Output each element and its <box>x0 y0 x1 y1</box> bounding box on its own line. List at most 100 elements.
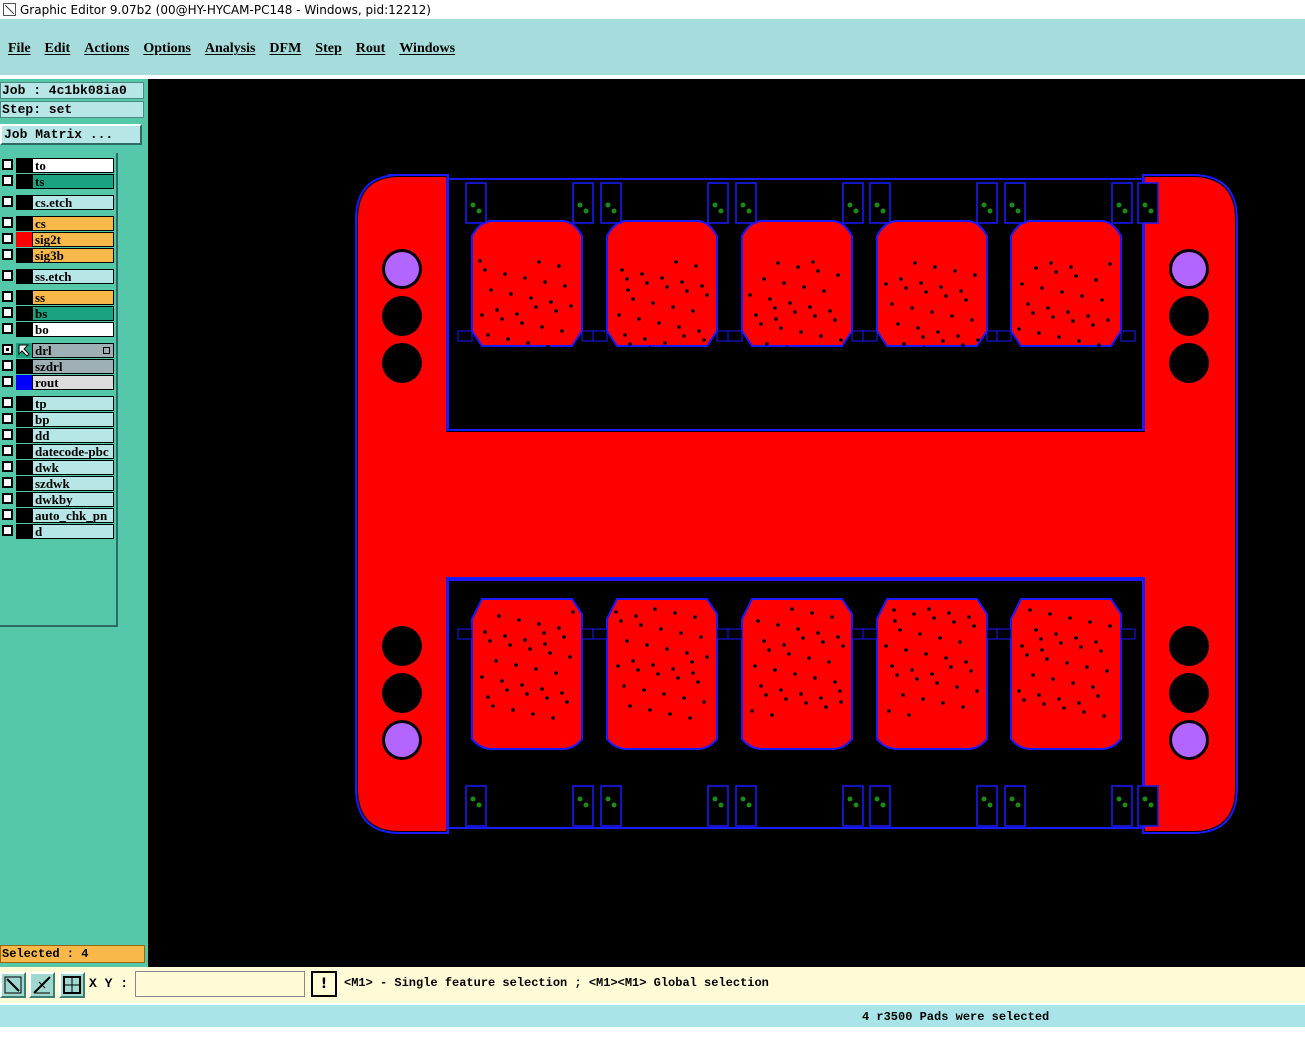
layer-row-sig3b[interactable]: sig3b <box>0 248 116 263</box>
layer-color-cell[interactable] <box>16 492 32 507</box>
layer-name[interactable]: ss.etch <box>32 269 114 284</box>
layer-row-dwkby[interactable]: dwkby <box>0 492 116 507</box>
layer-name[interactable]: datecode-pbc <box>32 444 114 459</box>
layer-checkbox[interactable] <box>2 196 13 207</box>
layer-row-ss.etch[interactable]: ss.etch <box>0 269 116 284</box>
layer-name[interactable]: cs <box>32 216 114 231</box>
layer-name[interactable]: bs <box>32 306 114 321</box>
layer-name[interactable]: to <box>32 158 114 173</box>
menu-edit[interactable]: Edit <box>45 41 71 57</box>
menu-rout[interactable]: Rout <box>356 41 386 57</box>
layer-checkbox[interactable] <box>2 461 13 472</box>
layer-row-dd[interactable]: dd <box>0 428 116 443</box>
xy-input[interactable] <box>135 971 305 997</box>
layer-row-to[interactable]: to <box>0 158 116 173</box>
layer-color-cell[interactable] <box>16 158 32 173</box>
layer-row-datecode-pbc[interactable]: datecode-pbc <box>0 444 116 459</box>
layer-checkbox[interactable] <box>2 249 13 260</box>
snap-grid-button[interactable] <box>59 972 85 998</box>
layer-name[interactable]: ts <box>32 174 114 189</box>
message-button[interactable]: ! <box>311 971 337 997</box>
layer-name[interactable]: dd <box>32 428 114 443</box>
layer-color-cell[interactable] <box>16 412 32 427</box>
layer-checkbox[interactable] <box>2 376 13 387</box>
layer-row-ts[interactable]: ts <box>0 174 116 189</box>
zoom-tool-button[interactable] <box>0 972 26 998</box>
layer-color-cell[interactable] <box>16 375 32 390</box>
layer-checkbox[interactable] <box>2 323 13 334</box>
layer-checkbox[interactable] <box>2 493 13 504</box>
layer-color-cell[interactable] <box>16 216 32 231</box>
layer-checkbox[interactable] <box>2 159 13 170</box>
menu-actions[interactable]: Actions <box>84 41 129 57</box>
layer-name[interactable]: ss <box>32 290 114 305</box>
layer-checkbox[interactable] <box>2 413 13 424</box>
layer-checkbox[interactable] <box>2 445 13 456</box>
layer-color-cell[interactable] <box>16 174 32 189</box>
menu-dfm[interactable]: DFM <box>269 41 301 57</box>
layer-name[interactable]: szdrl <box>32 359 114 374</box>
layer-row-bp[interactable]: bp <box>0 412 116 427</box>
layer-name[interactable]: drl <box>32 343 114 358</box>
layer-color-cell[interactable] <box>16 460 32 475</box>
layer-color-cell[interactable] <box>16 428 32 443</box>
layer-checkbox[interactable] <box>2 397 13 408</box>
layer-color-cell[interactable] <box>16 343 32 358</box>
layer-checkbox[interactable] <box>2 509 13 520</box>
layer-name[interactable]: bo <box>32 322 114 337</box>
layer-checkbox[interactable] <box>2 525 13 536</box>
layer-checkbox[interactable] <box>2 270 13 281</box>
layer-checkbox[interactable] <box>2 233 13 244</box>
layer-color-cell[interactable] <box>16 248 32 263</box>
layer-name[interactable]: dwk <box>32 460 114 475</box>
layer-color-cell[interactable] <box>16 359 32 374</box>
layer-color-cell[interactable] <box>16 269 32 284</box>
layer-checkbox[interactable] <box>2 217 13 228</box>
layer-color-cell[interactable] <box>16 524 32 539</box>
layer-color-cell[interactable] <box>16 306 32 321</box>
layer-row-cs.etch[interactable]: cs.etch <box>0 195 116 210</box>
layer-name[interactable]: sig3b <box>32 248 114 263</box>
layer-row-cs[interactable]: cs <box>0 216 116 231</box>
layer-row-auto_chk_pn[interactable]: auto_chk_pn <box>0 508 116 523</box>
menu-analysis[interactable]: Analysis <box>205 41 256 57</box>
layer-name[interactable]: cs.etch <box>32 195 114 210</box>
measure-tool-button[interactable] <box>29 972 55 998</box>
layer-color-cell[interactable] <box>16 322 32 337</box>
layer-color-cell[interactable] <box>16 195 32 210</box>
layer-color-cell[interactable] <box>16 444 32 459</box>
layer-row-bo[interactable]: bo <box>0 322 116 337</box>
layer-row-drl[interactable]: drl <box>0 343 116 358</box>
layer-name[interactable]: d <box>32 524 114 539</box>
layer-name[interactable]: sig2t <box>32 232 114 247</box>
layer-name[interactable]: bp <box>32 412 114 427</box>
layer-color-cell[interactable] <box>16 232 32 247</box>
layer-row-bs[interactable]: bs <box>0 306 116 321</box>
layer-row-rout[interactable]: rout <box>0 375 116 390</box>
layer-row-tp[interactable]: tp <box>0 396 116 411</box>
layer-checkbox[interactable] <box>2 344 13 355</box>
menu-file[interactable]: File <box>8 41 31 57</box>
menu-step[interactable]: Step <box>315 41 341 57</box>
layer-color-cell[interactable] <box>16 396 32 411</box>
layer-color-cell[interactable] <box>16 476 32 491</box>
layer-checkbox[interactable] <box>2 360 13 371</box>
layer-color-cell[interactable] <box>16 290 32 305</box>
graphic-canvas[interactable] <box>148 79 1305 967</box>
layer-checkbox[interactable] <box>2 175 13 186</box>
layer-row-sig2t[interactable]: sig2t <box>0 232 116 247</box>
menu-windows[interactable]: Windows <box>399 41 455 57</box>
layer-row-d[interactable]: d <box>0 524 116 539</box>
layer-checkbox[interactable] <box>2 429 13 440</box>
layer-checkbox[interactable] <box>2 307 13 318</box>
layer-checkbox[interactable] <box>2 291 13 302</box>
layer-name[interactable]: auto_chk_pn <box>32 508 114 523</box>
layer-row-ss[interactable]: ss <box>0 290 116 305</box>
job-matrix-button[interactable]: Job Matrix ... <box>0 124 142 145</box>
layer-name[interactable]: szdwk <box>32 476 114 491</box>
layer-name[interactable]: dwkby <box>32 492 114 507</box>
menu-options[interactable]: Options <box>143 41 190 57</box>
layer-color-cell[interactable] <box>16 508 32 523</box>
layer-name[interactable]: rout <box>32 375 114 390</box>
layer-name[interactable]: tp <box>32 396 114 411</box>
